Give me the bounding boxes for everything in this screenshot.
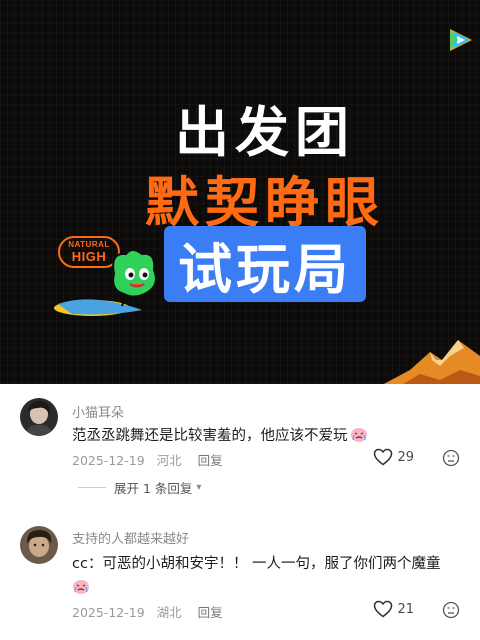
- mountain-decoration-icon: [383, 340, 480, 384]
- heart-icon: [374, 448, 393, 466]
- video-title-line-3: 试玩局: [178, 237, 352, 301]
- like-count: 21: [397, 601, 414, 617]
- like-button[interactable]: 21: [373, 600, 414, 618]
- comment-item: 小猫耳朵 范丞丞跳舞还是比较害羞的，他应该不爱玩 2025-12-19 河北 回…: [0, 384, 480, 504]
- comment-date: 2025-12-19: [72, 453, 145, 468]
- like-button[interactable]: 29: [373, 448, 414, 466]
- comment-body: cc：可恶的小胡和安宇！！ 一人一句，服了你们两个魔童: [72, 556, 441, 572]
- reply-button[interactable]: 回复: [198, 605, 223, 620]
- comment-location: 河北: [156, 453, 182, 468]
- crying-face-emoji-icon: [350, 428, 367, 442]
- avatar[interactable]: [20, 526, 58, 564]
- comment-meta: 2025-12-19 湖北 回复: [72, 602, 231, 621]
- comment-text: cc：可恶的小胡和安宇！！ 一人一句，服了你们两个魔童: [72, 552, 450, 600]
- comment-text: 范丞丞跳舞还是比较害羞的，他应该不爱玩: [72, 424, 450, 448]
- like-count: 29: [397, 449, 414, 465]
- comment-meta: 2025-12-19 河北 回复: [72, 450, 231, 469]
- tencent-video-logo-icon: [450, 29, 472, 51]
- dislike-face-icon[interactable]: [442, 449, 460, 467]
- video-title-badge: 试玩局: [164, 226, 366, 302]
- comment-date: 2025-12-19: [72, 605, 145, 620]
- comment-item: 支持的人都越来越好 cc：可恶的小胡和安宇！！ 一人一句，服了你们两个魔童 20…: [0, 512, 480, 640]
- crying-face-emoji-icon: [73, 580, 89, 594]
- reply-button[interactable]: 回复: [198, 453, 223, 468]
- video-title-line-1: 出发团: [175, 101, 355, 164]
- heart-icon: [374, 600, 393, 618]
- expand-replies-button[interactable]: 展开 1 条回复 ▾: [78, 478, 201, 497]
- chevron-down-icon: ▾: [196, 482, 202, 493]
- comment-body: 范丞丞跳舞还是比较害羞的，他应该不爱玩: [72, 428, 348, 444]
- divider: [78, 487, 106, 488]
- expand-replies-label: 展开 1 条回复: [114, 481, 193, 496]
- avatar[interactable]: [20, 398, 58, 436]
- dislike-face-icon[interactable]: [442, 601, 460, 619]
- comment-username[interactable]: 支持的人都越来越好: [72, 528, 189, 547]
- comment-location: 湖北: [156, 605, 182, 620]
- video-player[interactable]: 出发团 默契睁眼 试玩局 NATURAL HIGH: [0, 0, 480, 384]
- comment-username[interactable]: 小猫耳朵: [72, 402, 124, 421]
- green-mascot-icon: [54, 249, 157, 316]
